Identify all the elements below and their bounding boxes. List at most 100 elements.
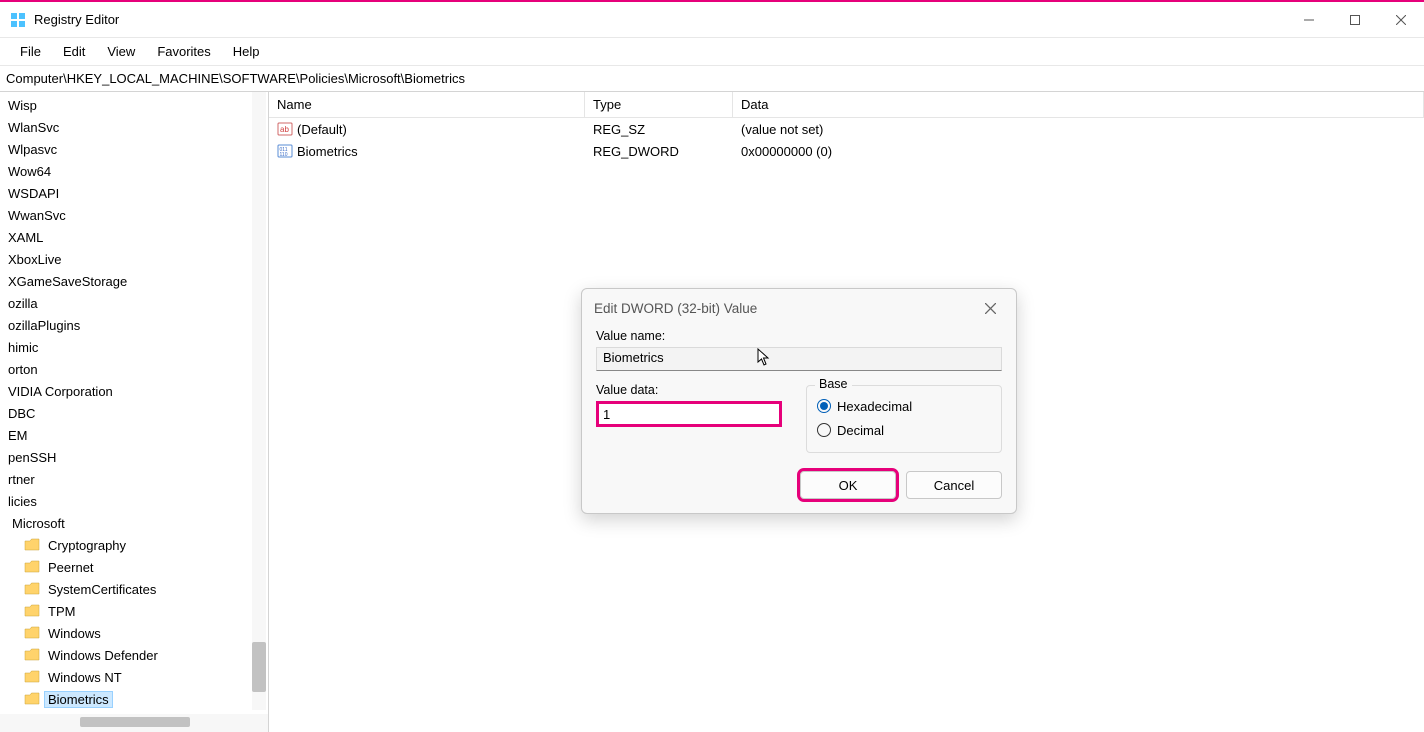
tree-item[interactable]: Microsoft	[0, 512, 268, 534]
tree-item-label: VIDIA Corporation	[4, 384, 117, 399]
tree-item-label: Windows Defender	[44, 648, 162, 663]
cancel-button[interactable]: Cancel	[906, 471, 1002, 499]
value-name: Biometrics	[297, 144, 358, 159]
tree-horizontal-scrollbar[interactable]	[0, 714, 268, 732]
tree-item-label: EM	[4, 428, 32, 443]
tree-item-label: WSDAPI	[4, 186, 63, 201]
tree-item[interactable]: VIDIA Corporation	[0, 380, 268, 402]
tree-item-label: XboxLive	[4, 252, 65, 267]
folder-icon	[24, 648, 40, 662]
value-name-field: Biometrics	[596, 347, 1002, 371]
tree-item-label: Wow64	[4, 164, 55, 179]
menu-file[interactable]: File	[10, 40, 51, 63]
value-name: (Default)	[297, 122, 347, 137]
window-title: Registry Editor	[34, 12, 1286, 27]
tree-item[interactable]: ozilla	[0, 292, 268, 314]
folder-icon	[24, 692, 40, 706]
scrollbar-thumb[interactable]	[252, 642, 266, 692]
tree-item-label: Windows	[44, 626, 105, 641]
svg-text:110: 110	[280, 152, 288, 158]
value-data: (value not set)	[733, 122, 1424, 137]
value-type: REG_SZ	[585, 122, 733, 137]
tree-item-label: licies	[4, 494, 41, 509]
minimize-button[interactable]	[1286, 2, 1332, 38]
scrollbar-thumb[interactable]	[80, 717, 190, 727]
tree-item[interactable]: XboxLive	[0, 248, 268, 270]
column-data[interactable]: Data	[733, 92, 1424, 117]
menu-view[interactable]: View	[97, 40, 145, 63]
value-data-label: Value data:	[596, 383, 782, 397]
radio-icon	[817, 423, 831, 437]
tree-item[interactable]: WwanSvc	[0, 204, 268, 226]
maximize-button[interactable]	[1332, 2, 1378, 38]
radio-icon	[817, 399, 831, 413]
dialog-title: Edit DWORD (32-bit) Value	[594, 301, 757, 316]
tree-item-label: ozillaPlugins	[4, 318, 84, 333]
folder-icon	[24, 670, 40, 684]
column-type[interactable]: Type	[585, 92, 733, 117]
values-pane: Name Type Data ab (Default) REG_SZ(value n…	[269, 92, 1424, 732]
close-button[interactable]	[1378, 2, 1424, 38]
tree-item[interactable]: Wlpasvc	[0, 138, 268, 160]
value-data: 0x00000000 (0)	[733, 144, 1424, 159]
menu-help[interactable]: Help	[223, 40, 270, 63]
tree-item[interactable]: SystemCertificates	[0, 578, 268, 600]
tree-item-label: WlanSvc	[4, 120, 63, 135]
tree-item-label: rtner	[4, 472, 39, 487]
tree-item[interactable]: WlanSvc	[0, 116, 268, 138]
ok-button[interactable]: OK	[800, 471, 896, 499]
tree-item[interactable]: ozillaPlugins	[0, 314, 268, 336]
regedit-icon	[10, 12, 26, 28]
value-data-input[interactable]: 1	[596, 401, 782, 427]
titlebar: Registry Editor	[0, 2, 1424, 38]
tree-pane: Wisp WlanSvc Wlpasvc Wow64 WSDAPI WwanSvc XAML…	[0, 92, 269, 732]
list-row[interactable]: ab (Default) REG_SZ(value not set)	[269, 118, 1424, 140]
tree-item-label: Peernet	[44, 560, 98, 575]
tree-item-label: WwanSvc	[4, 208, 70, 223]
tree-item-label: XGameSaveStorage	[4, 274, 131, 289]
tree-item[interactable]: WSDAPI	[0, 182, 268, 204]
tree-item[interactable]: himic	[0, 336, 268, 358]
tree-item-label: orton	[4, 362, 42, 377]
tree-item-label: Wlpasvc	[4, 142, 61, 157]
address-bar[interactable]: Computer\HKEY_LOCAL_MACHINE\SOFTWARE\Pol…	[0, 66, 1424, 92]
tree-item[interactable]: Windows NT	[0, 666, 268, 688]
dialog-close-button[interactable]	[976, 294, 1004, 322]
base-legend: Base	[815, 377, 852, 391]
radio-hexadecimal[interactable]: Hexadecimal	[817, 394, 991, 418]
tree-item[interactable]: Wisp	[0, 94, 268, 116]
tree-item[interactable]: XGameSaveStorage	[0, 270, 268, 292]
tree-item[interactable]: TPM	[0, 600, 268, 622]
tree-item[interactable]: Windows Defender	[0, 644, 268, 666]
tree-item[interactable]: Windows	[0, 622, 268, 644]
tree-item[interactable]: XAML	[0, 226, 268, 248]
tree-item-label: Wisp	[4, 98, 41, 113]
reg-sz-icon: ab	[277, 121, 293, 137]
tree-item[interactable]: orton	[0, 358, 268, 380]
tree-item[interactable]: EM	[0, 424, 268, 446]
column-name[interactable]: Name	[269, 92, 585, 117]
address-text: Computer\HKEY_LOCAL_MACHINE\SOFTWARE\Pol…	[6, 71, 465, 86]
svg-text:ab: ab	[280, 125, 289, 134]
tree-item[interactable]: Peernet	[0, 556, 268, 578]
tree-item[interactable]: DBC	[0, 402, 268, 424]
tree-item[interactable]: Biometrics	[0, 688, 268, 710]
tree-vertical-scrollbar[interactable]	[252, 92, 266, 710]
radio-decimal[interactable]: Decimal	[817, 418, 991, 442]
tree-item[interactable]: rtner	[0, 468, 268, 490]
tree-item-label: DBC	[4, 406, 39, 421]
tree-item[interactable]: penSSH	[0, 446, 268, 468]
tree-item[interactable]: Wow64	[0, 160, 268, 182]
reg-dword-icon: 011110	[277, 143, 293, 159]
tree-item[interactable]: licies	[0, 490, 268, 512]
menu-favorites[interactable]: Favorites	[147, 40, 220, 63]
list-row[interactable]: 011110BiometricsREG_DWORD0x00000000 (0)	[269, 140, 1424, 162]
menu-edit[interactable]: Edit	[53, 40, 95, 63]
folder-icon	[24, 582, 40, 596]
tree-item-label: SystemCertificates	[44, 582, 160, 597]
tree-item-label: Windows NT	[44, 670, 126, 685]
list-header: Name Type Data	[269, 92, 1424, 118]
cursor-icon	[757, 348, 773, 368]
tree-item[interactable]: Cryptography	[0, 534, 268, 556]
value-name-label: Value name:	[596, 329, 1002, 343]
